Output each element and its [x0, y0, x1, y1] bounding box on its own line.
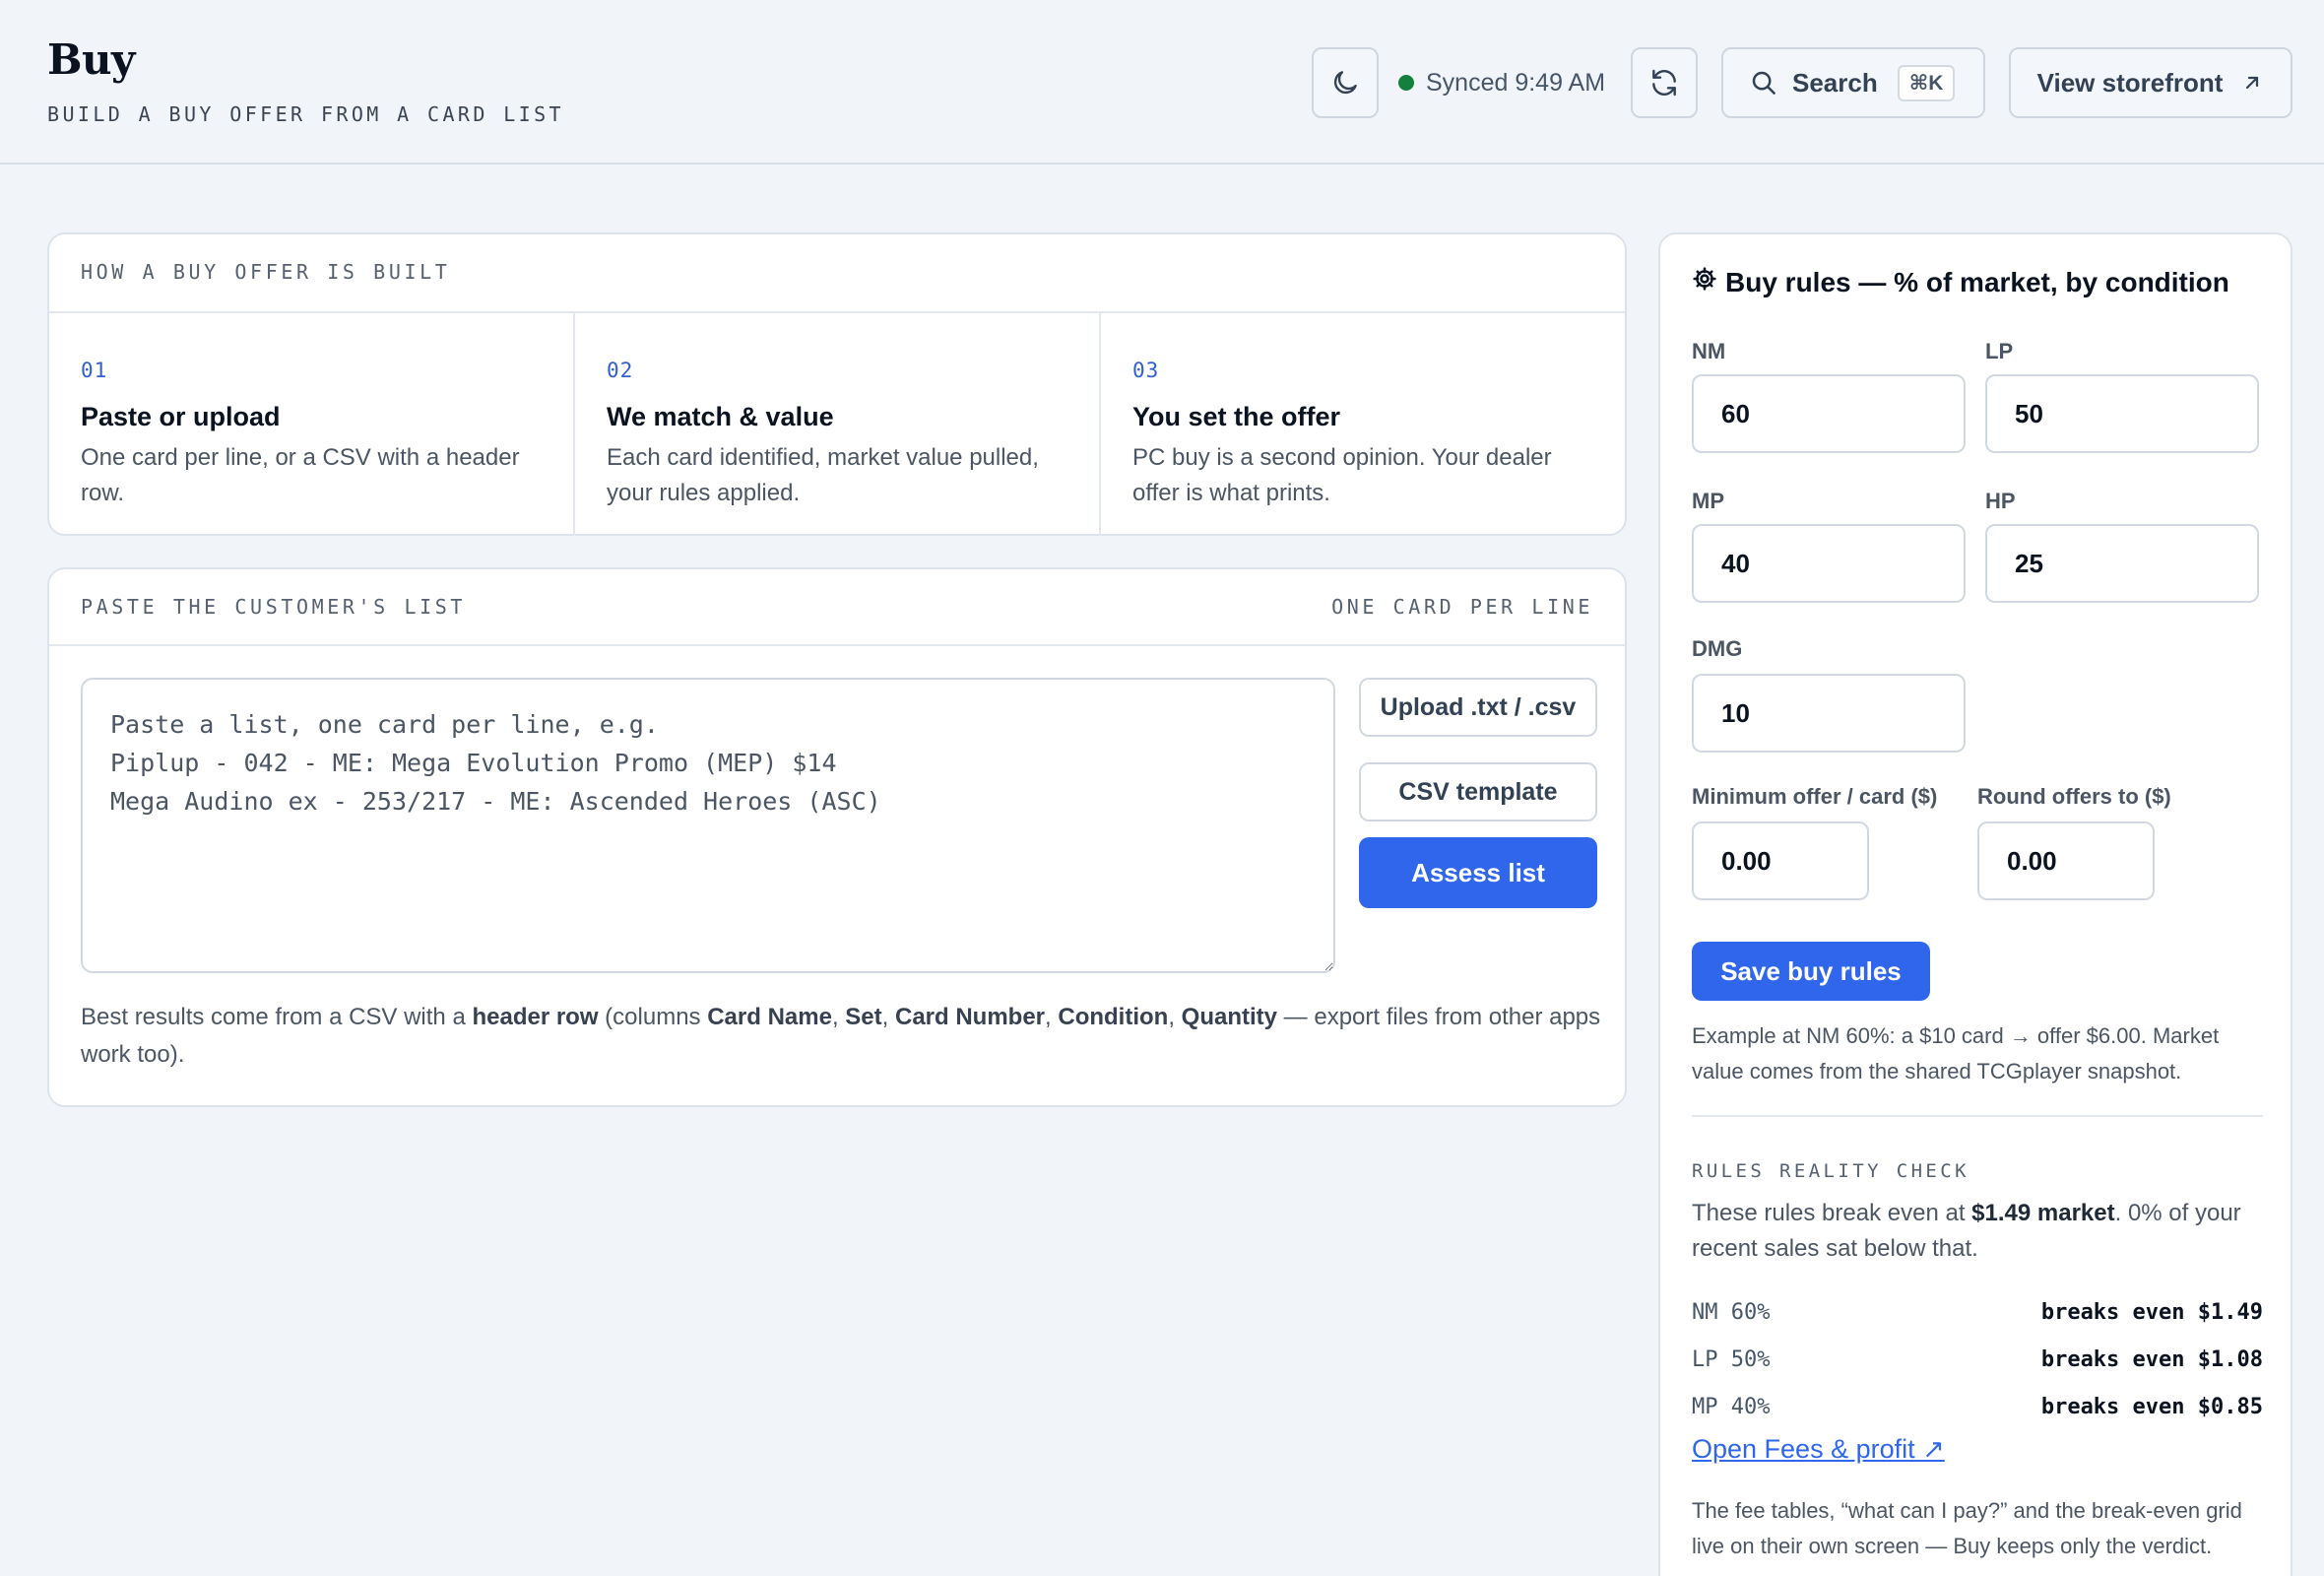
how-it-works-label: HOW A BUY OFFER IS BUILT	[81, 260, 451, 284]
sync-status-text: Synced 9:49 AM	[1426, 68, 1606, 97]
dmg-label: DMG	[1692, 636, 1743, 661]
steps-row: 01 Paste or upload One card per line, or…	[49, 313, 1625, 536]
page-subtitle: BUILD A BUY OFFER FROM A CARD LIST	[47, 102, 564, 126]
view-storefront-label: View storefront	[2036, 67, 2224, 98]
hp-percent-input[interactable]	[1985, 524, 2259, 603]
break-even-value: breaks even $0.85	[2040, 1394, 2263, 1419]
save-buy-rules-button[interactable]: Save buy rules	[1692, 942, 1930, 1001]
min-offer-label: Minimum offer / card ($)	[1692, 784, 1938, 809]
hp-label: HP	[1985, 489, 2016, 513]
note-text: Best results come from a CSV with a	[81, 1004, 473, 1030]
note-text: (columns	[598, 1004, 708, 1030]
step-description: PC buy is a second opinion. Your dealer …	[1132, 444, 1552, 506]
note-separator: ,	[1168, 1004, 1182, 1030]
csv-format-note: Best results come from a CSV with a head…	[81, 999, 1617, 1074]
gear-icon	[1692, 266, 1717, 298]
break-even-row: LP 50% breaks even $1.08	[1692, 1344, 2263, 1375]
mp-label: MP	[1692, 489, 1724, 513]
refresh-button[interactable]	[1631, 47, 1698, 118]
fees-note: The fee tables, “what can I pay?” and th…	[1692, 1498, 2242, 1558]
theme-toggle-button[interactable]	[1312, 47, 1379, 118]
reality-check-label: RULES REALITY CHECK	[1692, 1160, 1969, 1182]
step-title: Paste or upload	[81, 402, 281, 431]
assess-list-button[interactable]: Assess list	[1359, 837, 1597, 908]
nm-label: NM	[1692, 339, 1726, 363]
column-name: Card Number	[894, 1004, 1046, 1030]
column-name: Quantity	[1181, 1004, 1278, 1030]
lp-label: LP	[1985, 339, 2014, 363]
refresh-icon	[1648, 67, 1680, 98]
view-storefront-button[interactable]: View storefront	[2009, 47, 2292, 118]
paste-list-card: PASTE THE CUSTOMER'S LIST ONE CARD PER L…	[47, 567, 1627, 1107]
break-even-row: MP 40% breaks even $0.85	[1692, 1391, 2263, 1422]
break-even-market: $1.49 market	[1971, 1200, 2115, 1226]
how-it-works-card: HOW A BUY OFFER IS BUILT 01 Paste or upl…	[47, 232, 1627, 536]
step-2: 02 We match & value Each card identified…	[575, 313, 1101, 536]
note-bold: header row	[472, 1004, 599, 1030]
paste-list-header: PASTE THE CUSTOMER'S LIST ONE CARD PER L…	[49, 569, 1625, 646]
buy-rules-panel: Buy rules — % of market, by condition NM…	[1658, 232, 2292, 1576]
step-number: 02	[607, 359, 634, 382]
upload-file-button[interactable]: Upload .txt / .csv	[1359, 678, 1597, 737]
card-list-input[interactable]	[81, 678, 1335, 973]
buy-rules-title-text: Buy rules — % of market, by condition	[1725, 266, 2229, 297]
how-it-works-header: HOW A BUY OFFER IS BUILT	[49, 234, 1625, 313]
buy-rules-title: Buy rules — % of market, by condition	[1692, 266, 2229, 298]
sync-status-dot	[1398, 75, 1414, 91]
break-even-condition: LP 50%	[1692, 1346, 1771, 1372]
step-3: 03 You set the offer PC buy is a second …	[1101, 313, 1625, 536]
step-1: 01 Paste or upload One card per line, or…	[49, 313, 575, 536]
dmg-percent-input[interactable]	[1692, 674, 1966, 753]
divider	[1692, 1115, 2263, 1117]
column-name: Set	[845, 1004, 882, 1030]
rules-example-text: Example at NM 60%: a $10 card → offer $6…	[1692, 1023, 2220, 1084]
search-label: Search	[1792, 67, 1878, 98]
reality-check-summary: These rules break even at $1.49 market. …	[1692, 1196, 2263, 1267]
step-description: One card per line, or a CSV with a heade…	[81, 444, 520, 506]
note-separator: ,	[1045, 1004, 1059, 1030]
break-even-value: breaks even $1.08	[2040, 1346, 2263, 1372]
break-even-row: NM 60% breaks even $1.49	[1692, 1296, 2263, 1328]
page-header: Buy BUILD A BUY OFFER FROM A CARD LIST S…	[0, 0, 2324, 164]
page-title: Buy	[47, 35, 135, 84]
min-offer-input[interactable]	[1692, 821, 1869, 900]
column-name: Condition	[1058, 1004, 1169, 1030]
step-title: You set the offer	[1132, 402, 1341, 431]
csv-template-button[interactable]: CSV template	[1359, 762, 1597, 821]
break-even-condition: NM 60%	[1692, 1299, 1771, 1325]
mp-percent-input[interactable]	[1692, 524, 1966, 603]
open-fees-profit-link[interactable]: Open Fees & profit ↗	[1692, 1434, 1945, 1465]
sync-status: Synced 9:49 AM	[1398, 63, 1605, 102]
paste-list-label: PASTE THE CUSTOMER'S LIST	[81, 595, 467, 619]
break-even-value: breaks even $1.49	[2040, 1299, 2263, 1325]
round-offers-label: Round offers to ($)	[1977, 784, 2171, 809]
note-separator: ,	[831, 1004, 846, 1030]
external-arrow-icon	[2240, 71, 2264, 95]
round-offers-input[interactable]	[1977, 821, 2155, 900]
search-icon	[1749, 68, 1778, 98]
moon-icon	[1330, 68, 1360, 98]
nm-percent-input[interactable]	[1692, 374, 1966, 453]
note-separator: ,	[881, 1004, 895, 1030]
step-number: 03	[1132, 359, 1160, 382]
column-name: Card Name	[707, 1004, 832, 1030]
summary-text: These rules break even at	[1692, 1200, 1972, 1226]
step-title: We match & value	[607, 402, 834, 431]
search-button[interactable]: Search ⌘K	[1721, 47, 1985, 118]
lp-percent-input[interactable]	[1985, 374, 2259, 453]
paste-list-hint: ONE CARD PER LINE	[1331, 595, 1593, 619]
step-description: Each card identified, market value pulle…	[607, 444, 1039, 506]
step-number: 01	[81, 359, 108, 382]
search-shortcut: ⌘K	[1897, 64, 1956, 101]
break-even-condition: MP 40%	[1692, 1394, 1771, 1419]
